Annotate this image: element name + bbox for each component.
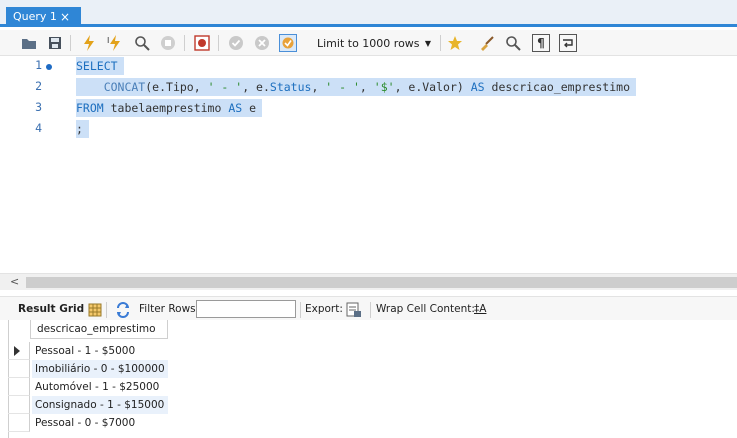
code-token: Status (269, 80, 312, 94)
rollback-icon[interactable] (253, 34, 271, 52)
sql-editor[interactable]: 1 2 3 4 SELECT CONCAT(e.Tipo, ' - ', e.S… (0, 56, 737, 273)
stop-icon[interactable] (159, 34, 177, 52)
close-tab-icon[interactable]: × (58, 7, 72, 27)
editor-toolbar: I Limit to 1000 rows ▼ ¶ (0, 30, 737, 56)
save-icon[interactable] (46, 34, 64, 52)
commit-icon[interactable] (227, 34, 245, 52)
execute-icon[interactable] (80, 34, 98, 52)
code-line-1: SELECT (76, 57, 124, 75)
tab-title: Query 1 (13, 10, 57, 23)
code-token: FROM (76, 101, 104, 115)
result-grid: descricao_emprestimo Pessoal - 1 - $5000… (0, 320, 737, 438)
editor-horizontal-scrollbar[interactable]: < (0, 273, 737, 290)
filter-rows-label: Filter Rows: (139, 303, 200, 315)
code-token: CONCAT (76, 80, 146, 94)
invisible-chars-icon[interactable]: ¶ (532, 34, 550, 52)
wrap-cell-content-label: Wrap Cell Content: (376, 303, 475, 315)
result-toolbar: Result Grid Filter Rows: Export: Wrap Ce… (0, 296, 737, 322)
toggle-error-stop-icon[interactable] (193, 34, 211, 52)
grid-view-icon[interactable] (86, 301, 104, 319)
code-token: '$' (373, 80, 395, 94)
line-number: 4 (35, 121, 42, 135)
autocommit-icon[interactable] (279, 34, 297, 52)
table-cell[interactable]: Automóvel - 1 - $25000 (32, 378, 168, 396)
add-snippet-star-icon[interactable] (446, 34, 464, 52)
wrap-lines-icon[interactable] (559, 34, 577, 52)
code-token: , e. (242, 80, 270, 94)
row-header[interactable] (8, 342, 30, 360)
wrap-cell-content-icon[interactable]: ‡A (474, 303, 486, 315)
code-token: ' - ' (207, 80, 243, 94)
code-token: (e.Tipo, (145, 80, 208, 94)
code-token: AS (470, 80, 485, 94)
code-token: tabelaemprestimo (103, 101, 229, 115)
code-token: descricao_emprestimo (484, 80, 630, 94)
code-token: , (359, 80, 374, 94)
code-token: ' - ' (325, 80, 360, 94)
beautify-broom-icon[interactable] (478, 34, 496, 52)
current-row-pointer-icon (14, 346, 20, 356)
table-cell[interactable]: Pessoal - 1 - $5000 (32, 342, 168, 360)
svg-text:I: I (107, 36, 109, 45)
open-folder-icon[interactable] (20, 34, 38, 52)
explain-icon[interactable] (133, 34, 151, 52)
limit-rows-label: Limit to 1000 rows (317, 37, 420, 50)
export-icon[interactable] (345, 301, 363, 319)
row-header[interactable] (8, 378, 30, 396)
code-token: SELECT (76, 59, 118, 73)
table-cell[interactable]: Pessoal - 0 - $7000 (32, 414, 168, 432)
execute-current-statement-icon[interactable]: I (106, 34, 124, 52)
refresh-icon[interactable] (114, 301, 132, 319)
row-header[interactable] (8, 360, 30, 378)
code-token: , e.Valor) (394, 80, 471, 94)
table-cell[interactable]: Imobiliário - 0 - $100000 (32, 360, 168, 378)
result-grid-label[interactable]: Result Grid (18, 303, 84, 315)
find-replace-icon[interactable] (504, 34, 522, 52)
row-header[interactable] (8, 396, 30, 414)
row-header[interactable] (8, 414, 30, 432)
line-number: 2 (35, 79, 42, 93)
code-token: ; (76, 122, 83, 136)
scroll-left-arrow-icon[interactable]: < (10, 275, 19, 288)
export-label: Export: (305, 303, 343, 315)
filter-rows-input[interactable] (196, 300, 296, 318)
line-number: 3 (35, 100, 42, 114)
code-line-3: FROM tabelaemprestimo AS e (76, 99, 263, 117)
code-token: e (242, 101, 257, 115)
code-line-4: ; (76, 120, 89, 138)
code-token: AS (228, 101, 243, 115)
line-number: 1 (35, 58, 42, 72)
scrollbar-thumb[interactable] (26, 277, 737, 288)
tab-bar: Query 1 × (0, 0, 737, 27)
tab-query-1[interactable]: Query 1 × (6, 7, 81, 27)
code-line-2: CONCAT(e.Tipo, ' - ', e.Status, ' - ', '… (76, 78, 636, 96)
current-line-marker-icon (46, 64, 52, 70)
limit-rows-select[interactable]: Limit to 1000 rows ▼ (312, 33, 436, 53)
dropdown-arrow-icon: ▼ (424, 39, 431, 48)
code-token: , (311, 80, 326, 94)
table-cell[interactable]: Consignado - 1 - $15000 (32, 396, 168, 414)
column-header[interactable]: descricao_emprestimo (30, 320, 168, 339)
